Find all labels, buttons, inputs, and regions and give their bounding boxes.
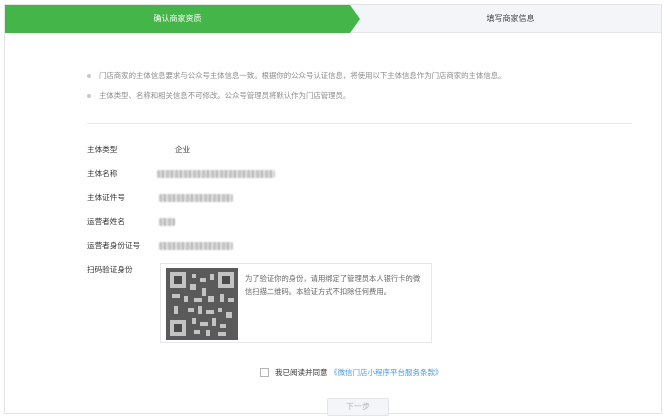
agree-checkbox[interactable] <box>260 368 269 377</box>
step-bar: 确认商家资质 填写商家信息 <box>5 5 661 33</box>
qr-code-icon[interactable] <box>166 268 238 340</box>
divider <box>87 123 632 124</box>
step-2-label: 填写商家信息 <box>486 14 535 23</box>
entity-name-redacted <box>157 170 275 178</box>
bullet-icon <box>87 74 91 78</box>
qr-hint-text: 为了验证你的身份，请用绑定了管理员本人银行卡的微信扫描二维码。本验证方式不扣除任… <box>245 274 421 296</box>
operator-name-redacted <box>159 218 175 226</box>
wizard-panel: 确认商家资质 填写商家信息 门店商家的主体信息要求与公众号主体信息一致。根据你的… <box>4 4 662 416</box>
bullet-icon <box>87 94 91 98</box>
cert-number-redacted <box>159 194 233 202</box>
terms-link[interactable]: 《微信门店小程序平台服务条款》 <box>330 367 443 378</box>
step-arrow <box>350 5 360 33</box>
entity-name-label: 主体名称 <box>87 169 118 178</box>
qr-verify-box: 为了验证你的身份，请用绑定了管理员本人银行卡的微信扫描二维码。本验证方式不扣除任… <box>160 263 432 343</box>
operator-id-label: 运营者身份证号 <box>87 241 141 250</box>
notice-item: 主体类型、名称和相关信息不可修改。公众号管理员将默认作为门店管理员。 <box>87 91 627 101</box>
scan-verify-label: 扫码验证身份 <box>87 265 133 274</box>
entity-type-label: 主体类型 <box>87 145 118 154</box>
notice-text: 主体类型、名称和相关信息不可修改。公众号管理员将默认作为门店管理员。 <box>99 91 351 100</box>
operator-id-redacted <box>159 242 233 250</box>
notice-list: 门店商家的主体信息要求与公众号主体信息一致。根据你的公众号认证信息，将使用以下主… <box>87 71 627 111</box>
step-1-label: 确认商家资质 <box>153 14 202 23</box>
notice-text: 门店商家的主体信息要求与公众号主体信息一致。根据你的公众号认证信息，将使用以下主… <box>99 71 506 80</box>
operator-name-label: 运营者姓名 <box>87 217 125 226</box>
cert-number-label: 主体证件号 <box>87 193 125 202</box>
entity-type-value: 企业 <box>175 145 191 154</box>
agree-text: 我已阅读并同意 <box>275 368 328 377</box>
next-step-button[interactable]: 下一步 <box>327 398 389 416</box>
notice-item: 门店商家的主体信息要求与公众号主体信息一致。根据你的公众号认证信息，将使用以下主… <box>87 71 627 81</box>
